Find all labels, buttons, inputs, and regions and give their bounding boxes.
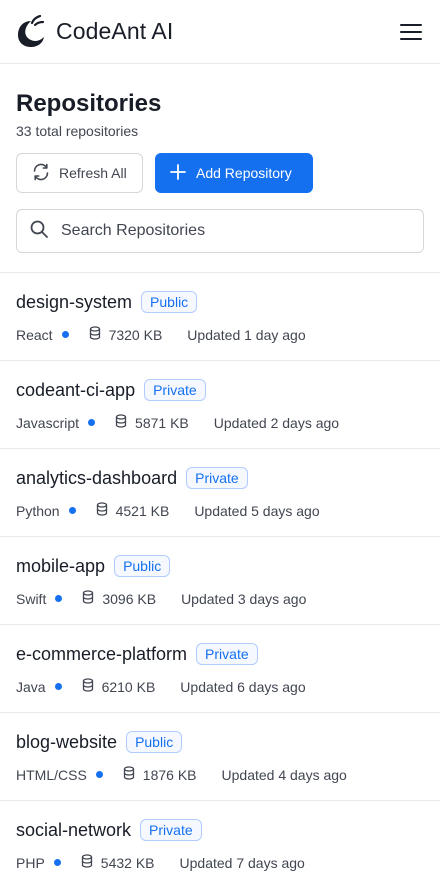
language-label: Javascript (16, 414, 80, 431)
last-updated: Updated 1 day ago (187, 326, 306, 343)
language-dot-icon (61, 331, 69, 338)
repository-name[interactable]: blog-website (16, 731, 117, 753)
repository-name[interactable]: mobile-app (16, 555, 105, 577)
last-updated: Updated 4 days ago (221, 766, 347, 783)
language-dot-icon (95, 771, 103, 778)
language-label: Java (16, 678, 46, 695)
refresh-icon (31, 162, 51, 185)
repository-name[interactable]: codeant-ci-app (16, 379, 135, 401)
language-dot-icon (53, 859, 61, 866)
search-icon (29, 219, 49, 244)
brand[interactable]: CodeAnt AI (16, 14, 174, 49)
repository-size: 5432 KB (100, 854, 155, 871)
codeant-logo-icon (16, 14, 46, 49)
language-label: Swift (16, 590, 47, 607)
repository-row[interactable]: codeant-ci-app Private Javascript 5871 K… (0, 361, 440, 449)
search-input[interactable] (61, 222, 411, 240)
language-label: Python (16, 502, 60, 519)
repository-size: 4521 KB (115, 502, 170, 519)
last-updated: Updated 5 days ago (194, 502, 320, 519)
repository-row[interactable]: blog-website Public HTML/CSS 1876 KB Upd… (0, 713, 440, 801)
language-label: PHP (16, 854, 45, 871)
visibility-badge: Private (196, 643, 258, 665)
app-name: CodeAnt AI (56, 18, 174, 44)
last-updated: Updated 3 days ago (181, 590, 307, 607)
repository-name[interactable]: analytics-dashboard (16, 467, 177, 489)
repository-row[interactable]: e-commerce-platform Private Java 6210 KB… (0, 625, 440, 713)
repository-size: 3096 KB (102, 590, 157, 607)
top-bar: CodeAnt AI (0, 0, 440, 64)
repository-size: 1876 KB (142, 766, 197, 783)
actions-bar: Refresh All Add Repository (16, 153, 424, 193)
visibility-badge: Private (186, 467, 248, 489)
visibility-badge: Private (140, 819, 202, 841)
repository-row[interactable]: social-network Private PHP 5432 KB Updat… (0, 801, 440, 888)
language-dot-icon (55, 595, 63, 602)
repository-row[interactable]: mobile-app Public Swift 3096 KB Updated … (0, 537, 440, 625)
language-dot-icon (88, 419, 96, 426)
database-icon (89, 326, 101, 343)
visibility-badge: Private (144, 379, 206, 401)
hamburger-menu-icon[interactable] (398, 19, 424, 45)
repository-row[interactable]: analytics-dashboard Private Python 4521 … (0, 449, 440, 537)
last-updated: Updated 6 days ago (180, 678, 306, 695)
last-updated: Updated 7 days ago (179, 854, 305, 871)
repository-name[interactable]: social-network (16, 819, 131, 841)
language-dot-icon (68, 507, 76, 514)
refresh-all-label: Refresh All (59, 165, 127, 181)
database-icon (81, 854, 93, 871)
database-icon (82, 678, 94, 695)
repository-count: 33 total repositories (16, 123, 139, 139)
add-repository-button[interactable]: Add Repository (155, 153, 313, 193)
page-title: Repositories (16, 90, 162, 117)
language-dot-icon (54, 683, 62, 690)
repository-size: 7320 KB (108, 326, 163, 343)
repository-row[interactable]: design-system Public React 7320 KB Updat… (0, 273, 440, 361)
language-label: HTML/CSS (16, 766, 87, 783)
database-icon (115, 414, 127, 431)
plus-icon (168, 162, 188, 185)
language-label: React (16, 326, 53, 343)
visibility-badge: Public (114, 555, 171, 577)
database-icon (96, 502, 108, 519)
database-icon (123, 766, 135, 783)
repository-list: design-system Public React 7320 KB Updat… (0, 272, 440, 888)
visibility-badge: Public (126, 731, 183, 753)
repository-name[interactable]: e-commerce-platform (16, 643, 187, 665)
refresh-all-button[interactable]: Refresh All (16, 153, 143, 193)
repository-name[interactable]: design-system (16, 291, 132, 313)
repository-size: 5871 KB (135, 414, 189, 431)
page-header: Repositories 33 total repositories Refre… (0, 64, 440, 253)
visibility-badge: Public (141, 291, 198, 313)
search-box (16, 209, 424, 253)
database-icon (82, 590, 94, 607)
repository-size: 6210 KB (101, 678, 156, 695)
add-repository-label: Add Repository (196, 165, 292, 181)
last-updated: Updated 2 days ago (213, 414, 340, 431)
